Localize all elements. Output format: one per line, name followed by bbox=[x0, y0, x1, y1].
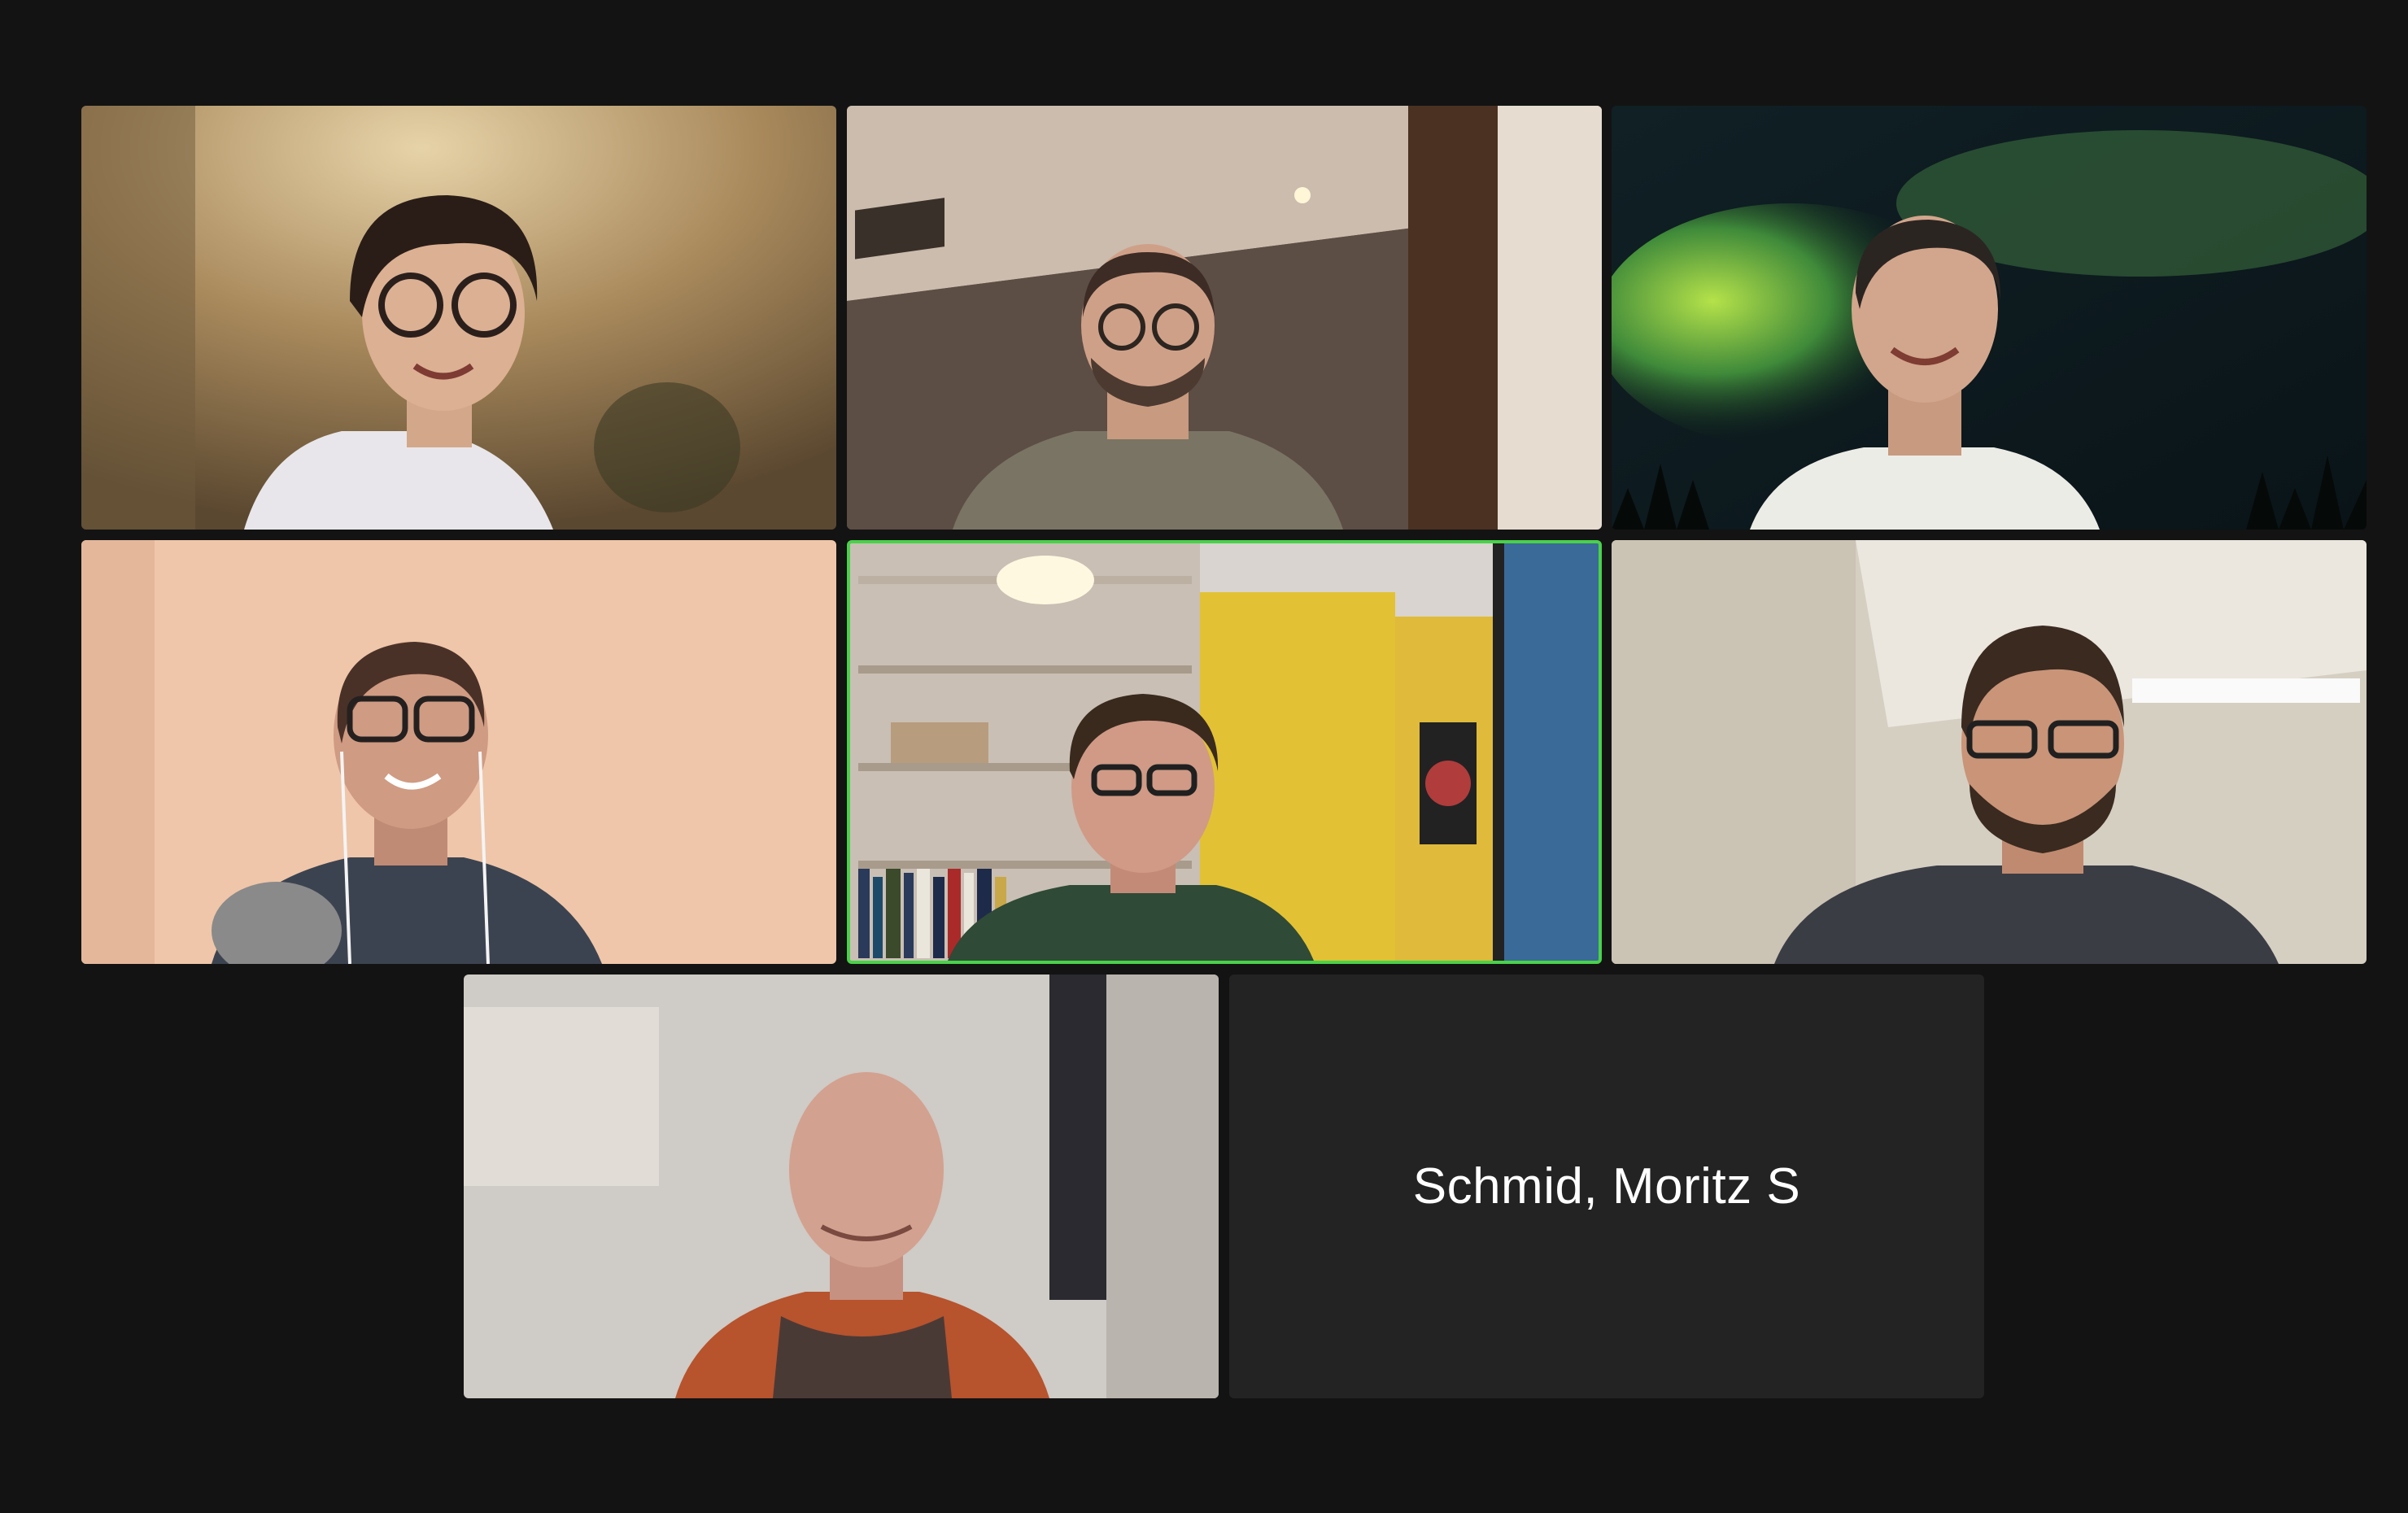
participant-video-tile[interactable] bbox=[1612, 106, 2367, 530]
participant-video bbox=[847, 106, 1602, 530]
participant-name-label: Schmid, Moritz S bbox=[1412, 1158, 1801, 1214]
participant-video-tile-active-speaker[interactable] bbox=[847, 540, 1602, 964]
video-gallery: Schmid, Moritz S bbox=[0, 0, 2408, 1513]
participant-video-tile[interactable] bbox=[464, 975, 1219, 1398]
participant-tile-camera-off[interactable]: Schmid, Moritz S bbox=[1229, 975, 1984, 1398]
participant-video bbox=[850, 543, 1599, 961]
participant-video bbox=[1612, 540, 2367, 964]
participant-video-tile[interactable] bbox=[1612, 540, 2367, 964]
participant-video-tile[interactable] bbox=[81, 106, 836, 530]
participant-video bbox=[1612, 106, 2367, 530]
participant-video bbox=[81, 540, 836, 964]
participant-video-tile[interactable] bbox=[81, 540, 836, 964]
participant-video bbox=[81, 106, 836, 530]
participant-video-tile[interactable] bbox=[847, 106, 1602, 530]
participant-video bbox=[464, 975, 1219, 1398]
